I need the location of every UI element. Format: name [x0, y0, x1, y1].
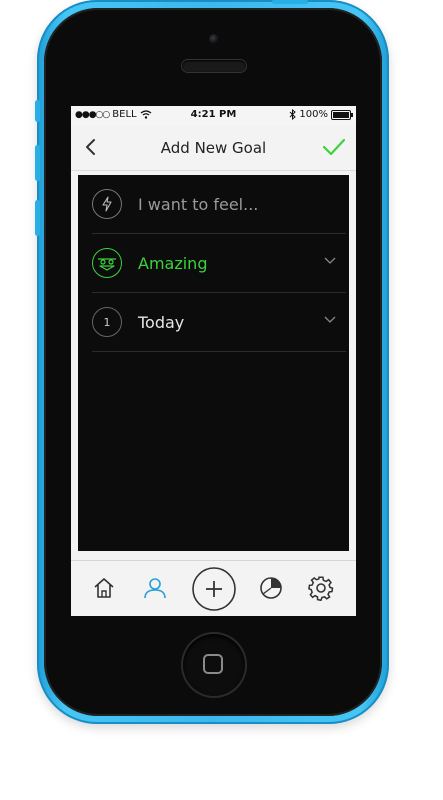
status-bar: ●●●○○ BELL 4:21 PM 100%: [71, 106, 356, 126]
power-button: [272, 0, 308, 4]
goal-form: I want to feel... Amazing 1 Today: [78, 175, 349, 551]
home-button-square: [203, 654, 223, 674]
feeling-select-row[interactable]: Amazing: [92, 234, 346, 293]
timeframe-select-row[interactable]: 1 Today: [92, 293, 346, 352]
mute-switch: [35, 100, 40, 122]
volume-down-button: [35, 200, 40, 236]
settings-icon[interactable]: [308, 575, 334, 601]
feeling-prompt-row[interactable]: I want to feel...: [92, 175, 346, 234]
number-badge: 1: [92, 307, 122, 337]
checkmark-icon[interactable]: [322, 137, 346, 157]
front-camera: [209, 34, 219, 44]
chevron-down-icon[interactable]: [324, 316, 336, 324]
page-title: Add New Goal: [160, 139, 267, 157]
timeframe-value: Today: [138, 312, 185, 332]
tab-bar: [71, 560, 356, 616]
bluetooth-icon: [290, 109, 297, 120]
lightning-icon: [92, 189, 122, 219]
earpiece-speaker: [182, 60, 246, 72]
volume-up-button: [35, 145, 40, 181]
feeling-prompt-label: I want to feel...: [138, 194, 259, 214]
face-icon: [92, 248, 122, 278]
feeling-value: Amazing: [138, 253, 208, 273]
battery-icon: [331, 109, 353, 120]
number-badge-label: 1: [103, 315, 111, 329]
app-screen: ●●●○○ BELL 4:21 PM 100% Add New Goal I w…: [71, 106, 356, 616]
pie-chart-icon[interactable]: [258, 575, 284, 601]
home-icon[interactable]: [91, 575, 117, 601]
profile-icon[interactable]: [142, 575, 168, 601]
chevron-down-icon[interactable]: [324, 257, 336, 265]
add-icon[interactable]: [191, 566, 237, 612]
navigation-bar: Add New Goal: [71, 126, 356, 171]
battery-percent: 100%: [299, 109, 328, 120]
